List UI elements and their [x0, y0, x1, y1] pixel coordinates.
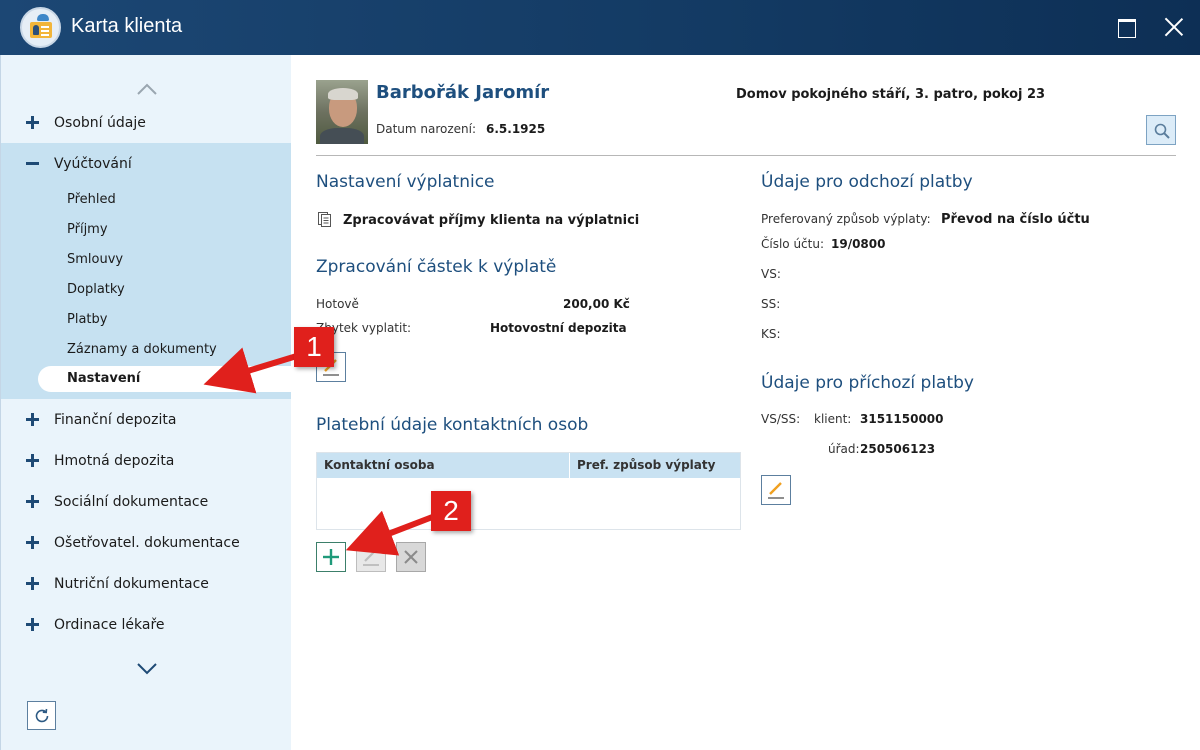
sidebar-item-socialni-dokumentace[interactable]: Sociální dokumentace	[1, 483, 291, 522]
pencil-icon	[768, 482, 784, 499]
sidebar-item-osetrovatel-dokumentace[interactable]: Ošetřovatel. dokumentace	[1, 524, 291, 563]
plus-icon	[26, 618, 39, 631]
client-name: Barbořák Jaromír	[376, 82, 550, 103]
vs-label: VS:	[761, 267, 781, 281]
account-label: Číslo účtu:	[761, 237, 825, 251]
close-icon	[404, 550, 418, 564]
ks-label: KS:	[761, 327, 781, 341]
sidebar-item-hmotna-depozita[interactable]: Hmotná depozita	[1, 442, 291, 481]
main-panel: Barbořák Jaromír Datum narození: 6.5.192…	[291, 55, 1200, 750]
sidebar-subitem-nastaveni[interactable]: Nastavení	[38, 366, 292, 392]
sidebar-item-label: Hmotná depozita	[54, 453, 175, 469]
pref-method-label: Preferovaný způsob výplaty:	[761, 212, 931, 226]
annotation-badge-2: 2	[431, 491, 471, 531]
window-title: Karta klienta	[71, 15, 183, 37]
cash-label: Hotově	[316, 297, 359, 311]
client-label: klient:	[814, 412, 852, 426]
maximize-button[interactable]	[1112, 13, 1140, 41]
contacts-title: Platební údaje kontaktních osob	[316, 415, 589, 435]
sidebar-item-label: Nutriční dokumentace	[54, 576, 209, 592]
add-contact-button[interactable]	[316, 542, 346, 572]
refresh-icon	[35, 708, 49, 723]
delete-contact-button[interactable]	[396, 542, 426, 572]
refresh-button[interactable]	[27, 701, 56, 730]
sidebar-subitem-platby[interactable]: Platby	[67, 312, 107, 327]
plus-icon	[26, 536, 39, 549]
vsss-label: VS/SS:	[761, 412, 801, 426]
scroll-down-chevron-icon[interactable]	[136, 661, 158, 677]
sidebar-item-label: Vyúčtování	[54, 156, 132, 172]
incoming-title: Údaje pro příchozí platby	[761, 373, 974, 393]
client-value: 3151150000	[860, 412, 944, 426]
rest-value: Hotovostní depozita	[490, 321, 627, 335]
sidebar-item-label: Ordinace lékaře	[54, 617, 165, 633]
sidebar-subitem-label: Nastavení	[67, 371, 141, 386]
sidebar-subitem-prehled[interactable]: Přehled	[67, 192, 116, 207]
contacts-table: Kontaktní osoba Pref. způsob výplaty	[316, 452, 741, 530]
table-header: Kontaktní osoba Pref. způsob výplaty	[317, 453, 740, 478]
plus-icon	[26, 495, 39, 508]
sidebar-item-osobni-udaje[interactable]: Osobní údaje	[1, 104, 291, 143]
plus-icon	[26, 116, 39, 129]
plus-icon	[26, 454, 39, 467]
amounts-title: Zpracování částek k výplatě	[316, 257, 557, 277]
sidebar-item-ordinace-lekare[interactable]: Ordinace lékaře	[1, 606, 291, 645]
sidebar-subitem-doplatky[interactable]: Doplatky	[67, 282, 125, 297]
sidebar-item-label: Ošetřovatel. dokumentace	[54, 535, 240, 551]
sidebar-item-label: Osobní údaje	[54, 115, 146, 131]
account-value: 19/0800	[831, 237, 886, 251]
pref-method-value: Převod na číslo účtu	[941, 212, 1090, 227]
edit-payment-info-button[interactable]	[761, 475, 791, 505]
close-button[interactable]	[1160, 13, 1188, 41]
office-label: úřad:	[828, 442, 860, 456]
scroll-up-chevron-icon[interactable]	[136, 81, 158, 97]
search-button[interactable]	[1146, 115, 1176, 145]
birth-date-label: Datum narození:	[376, 122, 477, 136]
birth-date-value: 6.5.1925	[486, 122, 546, 136]
sidebar-item-vyuctovani[interactable]: Vyúčtování	[1, 145, 291, 184]
client-card-app-icon	[20, 7, 61, 48]
process-on-payroll-text: Zpracovávat příjmy klienta na výplatnici	[343, 213, 640, 228]
document-icon	[318, 212, 331, 227]
sidebar-subitem-zaznamy[interactable]: Záznamy a dokumenty	[67, 342, 217, 357]
column-header-pref-method: Pref. způsob výplaty	[577, 458, 716, 472]
edit-contact-button[interactable]	[356, 542, 386, 572]
ss-label: SS:	[761, 297, 781, 311]
sidebar-item-label: Finanční depozita	[54, 412, 177, 428]
sidebar-item-nutricni-dokumentace[interactable]: Nutriční dokumentace	[1, 565, 291, 604]
cash-value: 200,00 Kč	[563, 297, 630, 311]
client-photo	[316, 80, 368, 144]
payroll-settings-title: Nastavení výplatnice	[316, 172, 495, 192]
plus-icon	[323, 549, 339, 565]
plus-icon	[26, 413, 39, 426]
outgoing-title: Údaje pro odchozí platby	[761, 172, 973, 192]
minus-icon	[26, 157, 39, 170]
title-bar: Karta klienta	[0, 0, 1200, 55]
search-icon	[1154, 123, 1170, 139]
plus-icon	[26, 577, 39, 590]
sidebar-item-label: Sociální dokumentace	[54, 494, 209, 510]
annotation-badge-1: 1	[294, 327, 334, 367]
pencil-icon	[363, 549, 379, 566]
office-value: 250506123	[860, 442, 936, 456]
sidebar-subitem-prijmy[interactable]: Příjmy	[67, 222, 108, 237]
header-divider	[316, 155, 1176, 156]
sidebar-item-financni-depozita[interactable]: Finanční depozita	[1, 401, 291, 440]
sidebar-subitem-smlouvy[interactable]: Smlouvy	[67, 252, 123, 267]
sidebar: Osobní údaje Vyúčtování Přehled Příjmy S…	[0, 55, 292, 750]
column-header-contact: Kontaktní osoba	[324, 458, 435, 472]
client-location: Domov pokojného stáří, 3. patro, pokoj 2…	[736, 87, 1046, 102]
